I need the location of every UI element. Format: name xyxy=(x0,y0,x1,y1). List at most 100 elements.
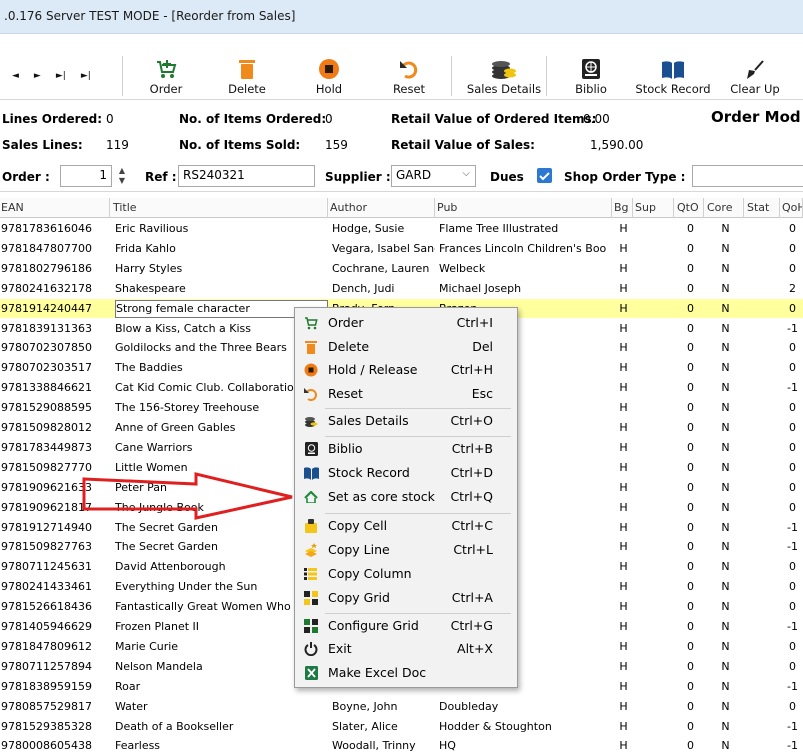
lines-ordered-value: 0 xyxy=(106,112,114,126)
items-ordered-value: 0 xyxy=(325,112,333,126)
grid-header: EANTitleAuthorPubBgSupQtOCoreStatQoH xyxy=(0,198,803,218)
toolbar-divider xyxy=(451,56,452,96)
supplier-select[interactable]: GARD ⌵ xyxy=(391,165,476,187)
menu-item-copy-line[interactable]: Copy Line Ctrl+L xyxy=(295,538,517,562)
biblio-button[interactable]: Biblio xyxy=(568,54,614,98)
column-header[interactable]: Bg xyxy=(613,198,633,218)
table-cell xyxy=(747,299,780,319)
menu-item-shortcut: Ctrl+B xyxy=(451,441,493,456)
table-cell: H xyxy=(619,679,628,693)
table-cell: 2 xyxy=(789,281,796,295)
clear-up-button[interactable]: Clear Up xyxy=(728,54,782,98)
nav-last-button[interactable]: ►| xyxy=(81,71,91,81)
table-cell: H xyxy=(619,241,628,255)
table-row[interactable]: 9780241632178 Shakespeare Dench, Judi Micha… xyxy=(0,279,803,299)
column-header[interactable]: Author xyxy=(329,198,435,218)
coins-icon xyxy=(303,413,319,429)
column-header[interactable]: Stat xyxy=(746,198,780,218)
coins-icon xyxy=(492,61,516,79)
menu-item-delete[interactable]: Delete Del xyxy=(295,335,517,359)
sales-details-button-label: Sales Details xyxy=(466,82,542,96)
table-cell: 9781783449873 xyxy=(1,440,92,454)
table-row[interactable]: 9781529385328 Death of a Bookseller Slater… xyxy=(0,717,803,737)
table-cell: H xyxy=(619,440,628,454)
order-number-stepper[interactable]: ▲ ▼ xyxy=(115,166,129,186)
menu-item-make-excel-doc[interactable]: Make Excel Doc xyxy=(295,661,517,685)
table-row[interactable]: 9780008605438 Fearless Woodall, Trinny HQ H 0… xyxy=(0,736,803,756)
table-cell xyxy=(635,319,674,339)
table-row[interactable]: 9781783616046 Eric Ravilious Hodge, Susie F… xyxy=(0,219,803,239)
menu-item-set-as-core-stock[interactable]: Set as core stock Ctrl+Q xyxy=(295,485,517,509)
table-cell xyxy=(635,657,674,677)
table-cell: N xyxy=(721,361,730,375)
table-cell: -1 xyxy=(787,381,798,395)
menu-item-copy-cell[interactable]: Copy Cell Ctrl+C xyxy=(295,514,517,538)
table-cell: HQ xyxy=(439,739,456,753)
stock-record-button[interactable]: Stock Record xyxy=(632,54,714,98)
column-header[interactable]: Title xyxy=(112,198,328,218)
table-cell: 0 xyxy=(789,261,796,275)
column-header[interactable]: QoH xyxy=(781,198,803,218)
column-header[interactable]: QtO xyxy=(676,198,704,218)
table-row[interactable]: 9781847807700 Frida Kahlo Vegara, Isabel S… xyxy=(0,239,803,259)
table-cell: N xyxy=(721,321,730,335)
items-sold-value: 159 xyxy=(325,138,348,152)
table-cell: -1 xyxy=(787,321,798,335)
table-cell xyxy=(747,438,780,458)
menu-item-shortcut: Alt+X xyxy=(457,641,493,656)
column-header[interactable]: Sup xyxy=(634,198,674,218)
table-cell: Fearless xyxy=(115,739,161,753)
table-cell: Eric Ravilious xyxy=(115,222,189,235)
menu-item-order[interactable]: Order Ctrl+I xyxy=(295,311,517,335)
column-header[interactable]: EAN xyxy=(0,198,110,218)
column-header[interactable]: Core xyxy=(706,198,744,218)
ref-input[interactable]: RS240321 xyxy=(178,165,315,187)
table-cell: H xyxy=(619,321,628,335)
table-cell: 0 xyxy=(687,520,694,534)
table-cell: -1 xyxy=(787,719,798,733)
menu-item-stock-record[interactable]: Stock Record Ctrl+D xyxy=(295,461,517,485)
table-cell xyxy=(747,697,780,717)
menu-item-copy-grid[interactable]: Copy Grid Ctrl+A xyxy=(295,586,517,610)
menu-item-biblio[interactable]: Biblio Ctrl+B xyxy=(295,437,517,461)
menu-item-label: Hold / Release xyxy=(328,362,418,377)
retail-ordered-label: Retail Value of Ordered Items: xyxy=(391,112,597,126)
table-cell xyxy=(747,279,780,299)
hold-button[interactable]: Hold xyxy=(304,54,354,98)
table-cell xyxy=(635,537,674,557)
table-cell: 0 xyxy=(789,639,796,653)
globe-book-icon xyxy=(303,441,319,457)
reset-button[interactable]: Reset xyxy=(384,54,434,98)
globe-book-icon xyxy=(582,59,600,79)
nav-next-button[interactable]: ► xyxy=(34,71,41,81)
sales-details-button[interactable]: Sales Details xyxy=(464,54,544,98)
table-cell xyxy=(747,398,780,418)
menu-item-reset[interactable]: Reset Esc xyxy=(295,382,517,406)
dues-checkbox[interactable] xyxy=(537,168,552,183)
menu-item-hold-release[interactable]: Hold / Release Ctrl+H xyxy=(295,358,517,382)
excel-icon xyxy=(303,665,319,681)
menu-item-sales-details[interactable]: Sales Details Ctrl+O xyxy=(295,409,517,433)
menu-item-exit[interactable]: Exit Alt+X xyxy=(295,637,517,661)
menu-item-configure-grid[interactable]: Configure Grid Ctrl+G xyxy=(295,614,517,638)
table-cell: -1 xyxy=(787,620,798,633)
table-cell xyxy=(747,239,780,259)
menu-item-copy-column[interactable]: Copy Column xyxy=(295,562,517,586)
table-cell: 0 xyxy=(789,500,796,514)
retail-sales-label: Retail Value of Sales: xyxy=(391,138,535,152)
order-button[interactable]: Order xyxy=(140,54,192,98)
column-header[interactable]: Pub xyxy=(436,198,612,218)
shop-order-type-input[interactable] xyxy=(692,165,803,187)
table-row[interactable]: 9781802796186 Harry Styles Cochrane, Laure… xyxy=(0,259,803,279)
order-number-input[interactable]: 1 xyxy=(60,165,112,187)
delete-button[interactable]: Delete xyxy=(221,54,273,98)
nav-first-button[interactable]: ◄ xyxy=(12,71,19,81)
table-cell xyxy=(635,736,674,756)
menu-item-label: Stock Record xyxy=(328,465,410,480)
table-cell: 0 xyxy=(789,480,796,494)
table-row[interactable]: 9780857529817 Water Boyne, John Doubleday H 0… xyxy=(0,697,803,717)
delete-button-label: Delete xyxy=(228,82,266,96)
table-cell: 0 xyxy=(789,460,796,474)
nav-fast-forward-button[interactable]: ►| xyxy=(56,71,66,81)
table-cell xyxy=(635,637,674,657)
